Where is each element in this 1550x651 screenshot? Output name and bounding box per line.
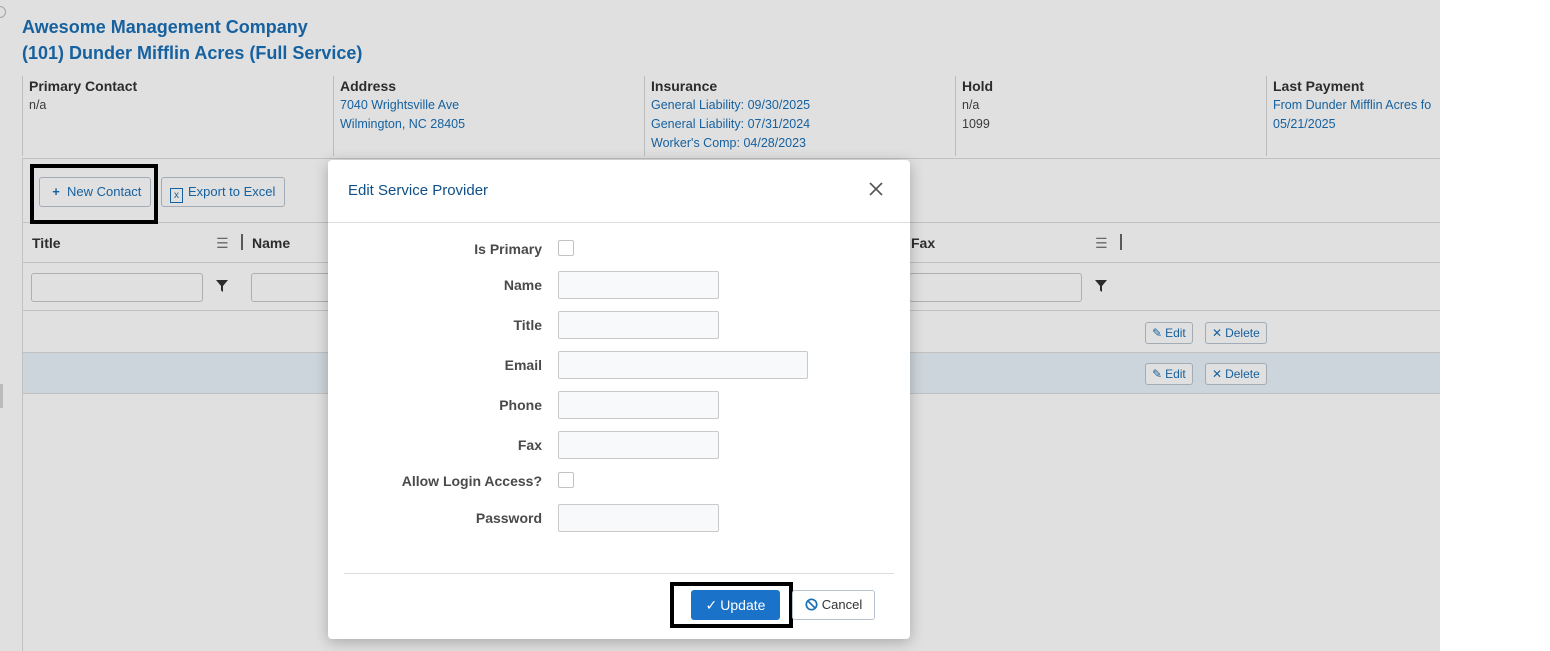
name-label: Name (503, 277, 542, 293)
cancel-button[interactable]: Cancel (792, 590, 875, 620)
phone-input[interactable] (558, 391, 719, 419)
scroll-handle[interactable] (0, 384, 3, 408)
name-input[interactable] (558, 271, 719, 299)
is-primary-label: Is Primary (474, 241, 542, 257)
fax-label: Fax (517, 437, 542, 453)
password-label: Password (475, 510, 542, 526)
dialog-header: Edit Service Provider (328, 160, 910, 223)
cancel-label: Cancel (821, 597, 863, 612)
allow-login-checkbox[interactable] (558, 472, 574, 488)
dialog-title: Edit Service Provider (348, 182, 489, 199)
fax-input[interactable] (558, 431, 719, 459)
blank-area (1440, 0, 1550, 651)
password-input[interactable] (558, 504, 719, 532)
allow-login-label: Allow Login Access? (401, 473, 542, 489)
email-label: Email (504, 357, 542, 373)
phone-label: Phone (499, 397, 542, 413)
cancel-icon (805, 598, 818, 611)
title-label: Title (513, 317, 542, 333)
highlight-box (670, 582, 793, 628)
close-icon[interactable] (868, 181, 884, 197)
edit-service-provider-dialog: Edit Service Provider Is Primary Name Ti… (328, 160, 910, 639)
title-input[interactable] (558, 311, 719, 339)
is-primary-checkbox[interactable] (558, 240, 574, 256)
footer-divider (344, 573, 894, 574)
email-input[interactable] (558, 351, 808, 379)
